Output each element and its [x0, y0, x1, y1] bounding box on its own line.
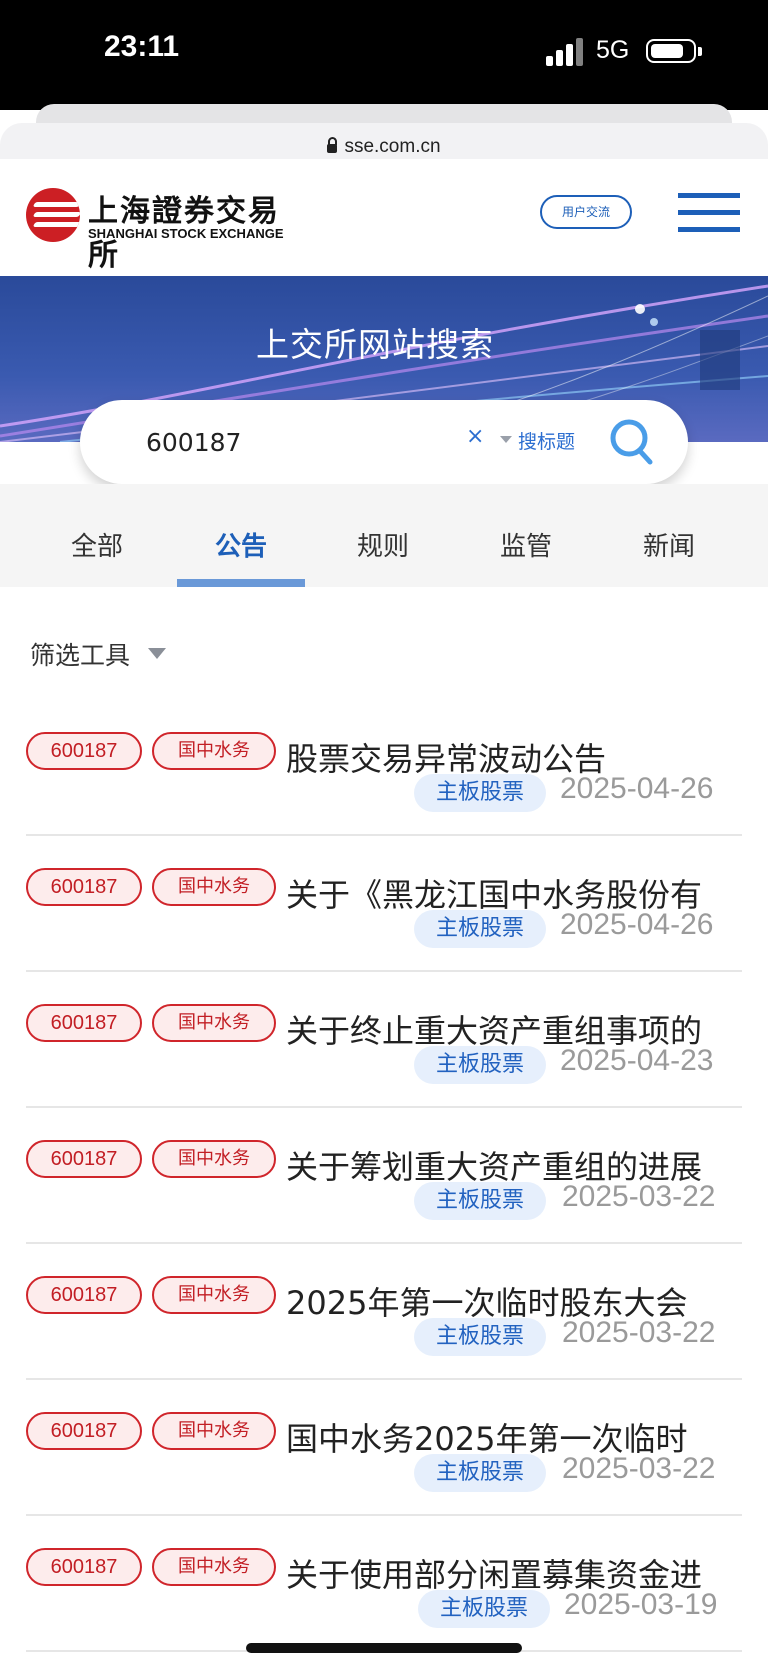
board-badge: 主板股票 [414, 1318, 546, 1356]
tab-announcements[interactable]: 公告 [170, 526, 312, 563]
status-time: 23:11 [104, 30, 180, 63]
stock-name-tag: 国中水务 [152, 1276, 276, 1314]
board-badge: 主板股票 [414, 1182, 546, 1220]
signal-icon [546, 38, 584, 66]
status-bar: 23:11 5G [0, 0, 768, 110]
board-badge: 主板股票 [414, 774, 546, 812]
board-badge: 主板股票 [414, 1046, 546, 1084]
home-indicator[interactable] [246, 1643, 522, 1653]
board-badge: 主板股票 [414, 1454, 546, 1492]
filter-caret-icon[interactable] [148, 648, 166, 659]
url-text: sse.com.cn [327, 136, 441, 157]
list-item[interactable]: 600187 国中水务 国中水务2025年第一次临时 主板股票 2025-03-… [0, 1380, 768, 1516]
stock-name-tag: 国中水务 [152, 1548, 276, 1586]
scope-caret-icon[interactable] [500, 436, 512, 443]
stock-code-tag: 600187 [26, 1004, 142, 1042]
tab-rules[interactable]: 规则 [312, 526, 454, 563]
list-item[interactable]: 600187 国中水务 2025年第一次临时股东大会 主板股票 2025-03-… [0, 1244, 768, 1380]
hamburger-menu-icon[interactable] [678, 193, 740, 233]
list-item[interactable]: 600187 国中水务 关于筹划重大资产重组的进展 主板股票 2025-03-2… [0, 1108, 768, 1244]
network-label: 5G [596, 36, 630, 64]
stock-code-tag: 600187 [26, 1412, 142, 1450]
item-date: 2025-03-22 [562, 1452, 716, 1485]
stock-code-tag: 600187 [26, 732, 142, 770]
logo-text-en: SHANGHAI STOCK EXCHANGE [88, 226, 284, 241]
board-badge: 主板股票 [418, 1590, 550, 1628]
banner-title: 上交所网站搜索 [256, 325, 494, 364]
item-date: 2025-03-22 [562, 1180, 716, 1213]
tab-supervision[interactable]: 监管 [455, 526, 597, 563]
item-date: 2025-04-23 [560, 1044, 714, 1077]
lock-icon [327, 137, 338, 153]
item-date: 2025-04-26 [560, 908, 714, 941]
sse-logo-mark-icon [26, 188, 80, 242]
category-tabs: 全部 公告 规则 监管 新闻 [0, 484, 768, 587]
tab-news[interactable]: 新闻 [598, 526, 740, 563]
list-item[interactable]: 600187 国中水务 关于《黑龙江国中水务股份有 主板股票 2025-04-2… [0, 836, 768, 972]
search-box: × 搜标题 [80, 400, 688, 484]
filter-tool-label[interactable]: 筛选工具 [30, 636, 130, 672]
list-item[interactable]: 600187 国中水务 关于使用部分闲置募集资金进 主板股票 2025-03-1… [0, 1516, 768, 1652]
clear-icon[interactable]: × [466, 424, 484, 449]
site-header: 上海證券交易所 SHANGHAI STOCK EXCHANGE 用户交流 [0, 159, 768, 276]
item-date: 2025-04-26 [560, 772, 714, 805]
stock-name-tag: 国中水务 [152, 1004, 276, 1042]
tab-all[interactable]: 全部 [26, 526, 168, 563]
battery-cap [698, 47, 702, 56]
item-date: 2025-03-22 [562, 1316, 716, 1349]
url-bar[interactable]: sse.com.cn [0, 123, 768, 159]
search-icon[interactable] [606, 414, 658, 470]
url-domain: sse.com.cn [344, 136, 441, 157]
stock-name-tag: 国中水务 [152, 868, 276, 906]
screen: 23:11 5G sse.com.cn 上海證券交易所 SHANGHAI STO… [0, 0, 768, 1665]
item-date: 2025-03-19 [564, 1588, 718, 1621]
list-item[interactable]: 600187 国中水务 关于终止重大资产重组事项的 主板股票 2025-04-2… [0, 972, 768, 1108]
stock-code-tag: 600187 [26, 1140, 142, 1178]
battery-icon [646, 39, 696, 63]
stock-code-tag: 600187 [26, 1276, 142, 1314]
stock-code-tag: 600187 [26, 1548, 142, 1586]
list-item[interactable]: 600187 国中水务 股票交易异常波动公告 主板股票 2025-04-26 [0, 700, 768, 836]
search-scope-select[interactable]: 搜标题 [518, 427, 575, 454]
stock-name-tag: 国中水务 [152, 1140, 276, 1178]
search-input[interactable] [146, 422, 446, 462]
user-exchange-button[interactable]: 用户交流 [540, 195, 632, 229]
stock-name-tag: 国中水务 [152, 1412, 276, 1450]
board-badge: 主板股票 [414, 910, 546, 948]
sse-logo[interactable]: 上海證券交易所 SHANGHAI STOCK EXCHANGE [26, 186, 296, 273]
stock-name-tag: 国中水务 [152, 732, 276, 770]
stock-code-tag: 600187 [26, 868, 142, 906]
active-tab-indicator [177, 579, 305, 587]
